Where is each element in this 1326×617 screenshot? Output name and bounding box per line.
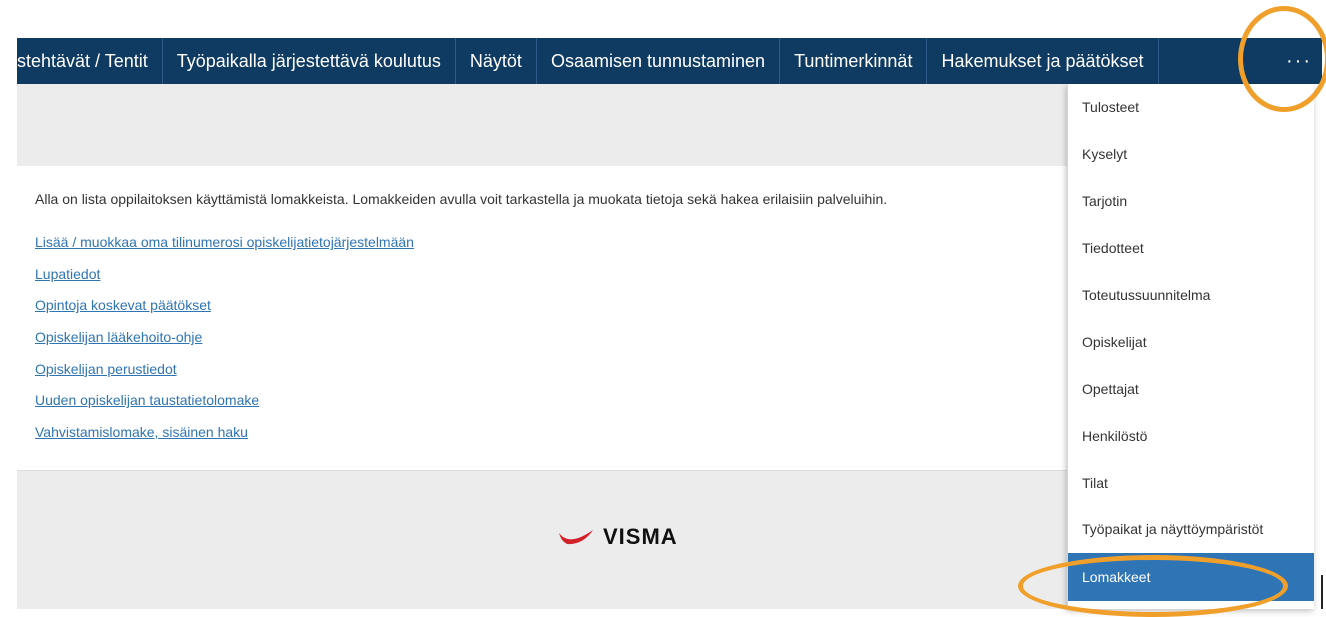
intro-text: Alla on lista oppilaitoksen käyttämistä … <box>35 191 888 207</box>
menu-item-tyopaikat[interactable]: Työpaikat ja näyttöympäristöt <box>1068 506 1314 553</box>
footer: VISMA <box>17 471 1067 609</box>
menu-item-toteutussuunnitelma[interactable]: Toteutussuunnitelma <box>1068 272 1314 319</box>
menu-item-kyselyt[interactable]: Kyselyt <box>1068 131 1314 178</box>
nav-item-osaamisen-tunnustaminen[interactable]: Osaamisen tunnustaminen <box>537 38 781 84</box>
form-link-vahvistamislomake[interactable]: Vahvistamislomake, sisäinen haku <box>35 423 414 455</box>
form-links-list: Lisää / muokkaa oma tilinumerosi opiskel… <box>35 233 414 455</box>
nav-item-tyopaikalla-koulutus[interactable]: Työpaikalla järjestettävä koulutus <box>163 38 456 84</box>
menu-item-opiskelijat[interactable]: Opiskelijat <box>1068 318 1314 365</box>
top-strip <box>0 0 1326 38</box>
form-link-paatokset[interactable]: Opintoja koskevat päätökset <box>35 296 414 328</box>
nav-item-naytot[interactable]: Näytöt <box>456 38 537 84</box>
main-navbar: stehtävät / Tentit Työpaikalla järjestet… <box>17 38 1322 84</box>
more-dots-icon: ··· <box>1286 49 1312 72</box>
visma-logo-icon <box>559 530 593 545</box>
menu-item-tiedotteet[interactable]: Tiedotteet <box>1068 225 1314 272</box>
menu-item-henkilosto[interactable]: Henkilöstö <box>1068 412 1314 459</box>
page-header-band <box>17 84 1067 166</box>
visma-logo: VISMA <box>557 524 678 550</box>
menu-item-tarjotin[interactable]: Tarjotin <box>1068 178 1314 225</box>
visma-logo-text: VISMA <box>603 524 678 549</box>
form-link-lupatiedot[interactable]: Lupatiedot <box>35 265 414 297</box>
menu-item-tulosteet[interactable]: Tulosteet <box>1068 84 1314 131</box>
form-link-perustiedot[interactable]: Opiskelijan perustiedot <box>35 360 414 392</box>
nav-item-hakemukset-paatokset[interactable]: Hakemukset ja päätökset <box>927 38 1159 84</box>
scrollbar-edge <box>1321 575 1323 609</box>
menu-item-opettajat[interactable]: Opettajat <box>1068 365 1314 412</box>
menu-item-lomakkeet[interactable]: Lomakkeet <box>1068 552 1314 601</box>
form-link-taustatieto[interactable]: Uuden opiskelijan taustatietolomake <box>35 391 414 423</box>
forms-content-panel: Alla on lista oppilaitoksen käyttämistä … <box>17 166 1067 471</box>
more-menu-button[interactable]: ··· <box>1276 38 1322 84</box>
nav-item-tuntimerkinnat[interactable]: Tuntimerkinnät <box>780 38 928 84</box>
nav-item-tehtavat-tentit[interactable]: stehtävät / Tentit <box>17 38 163 84</box>
menu-item-tilat[interactable]: Tilat <box>1068 459 1314 506</box>
form-link-tilinumero[interactable]: Lisää / muokkaa oma tilinumerosi opiskel… <box>35 233 414 265</box>
more-dropdown-menu: Tulosteet Kyselyt Tarjotin Tiedotteet To… <box>1067 84 1314 609</box>
form-link-laakehoito[interactable]: Opiskelijan lääkehoito-ohje <box>35 328 414 360</box>
